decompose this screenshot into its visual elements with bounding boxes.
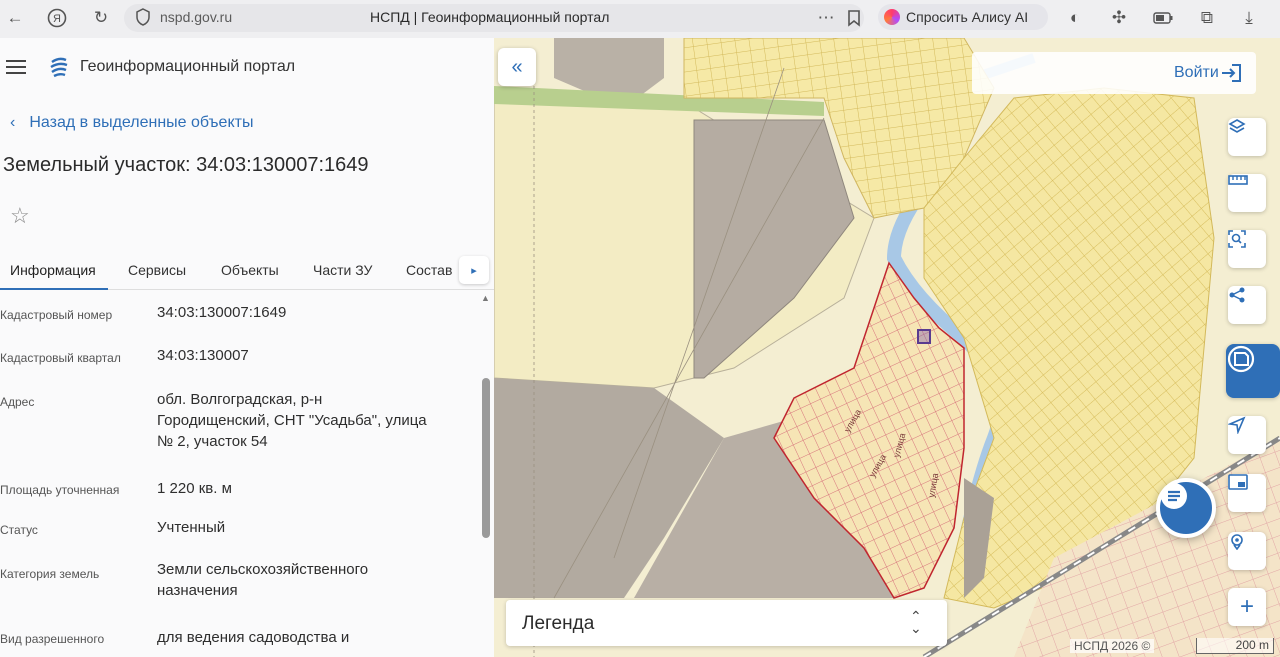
ask-alice-button[interactable]: Спросить Алису AI	[878, 4, 1048, 30]
favorite-star-icon[interactable]: ☆	[10, 203, 30, 229]
location-icon[interactable]	[1228, 532, 1266, 570]
chat-button[interactable]	[1156, 478, 1216, 538]
page-title: Земельный участок: 34:03:130007:1649	[3, 154, 369, 176]
field-label-cadastral-number: Кадастровый номер	[0, 308, 113, 322]
search-area-icon[interactable]	[1228, 230, 1266, 268]
bookmark-icon[interactable]	[843, 7, 865, 29]
zoom-in-icon[interactable]: +	[1228, 588, 1266, 626]
browser-toolbar: ← Я ↻ nspd.gov.ru НСПД | Геоинформационн…	[0, 0, 1280, 38]
layers-icon[interactable]	[1228, 118, 1266, 156]
shield-icon[interactable]	[132, 6, 154, 28]
tab-parts[interactable]: Части ЗУ	[313, 262, 372, 278]
field-value-cadastral-number: 34:03:130007:1649	[157, 304, 287, 321]
selected-parcel-marker	[917, 329, 931, 344]
map-scale: 200 m	[1196, 638, 1274, 654]
battery-icon[interactable]	[1152, 7, 1174, 29]
field-label-cadastral-quarter: Кадастровый квартал	[0, 351, 121, 365]
map-view[interactable]: улица улица улица улица « Войти + Легенд…	[494, 38, 1280, 657]
share-icon[interactable]	[1228, 286, 1266, 324]
tabs-scroll-right-icon[interactable]: ▸	[459, 256, 489, 284]
collapse-panel-button[interactable]: «	[498, 48, 536, 86]
field-label-area: Площадь уточненная	[0, 483, 120, 497]
chevron-left-icon: ‹	[10, 114, 16, 131]
back-icon[interactable]: ←	[4, 7, 26, 29]
url-text[interactable]: nspd.gov.ru	[160, 9, 232, 25]
field-label-address: Адрес	[0, 395, 35, 409]
info-panel: Геоинформационный портал ‹ Назад в выдел…	[0, 38, 494, 657]
active-tab-indicator	[0, 288, 108, 290]
yandex-icon[interactable]: Я	[46, 7, 68, 29]
field-label-permitted-use: Вид разрешенного	[0, 632, 105, 646]
tab-objects[interactable]: Объекты	[221, 262, 279, 278]
alice-label: Спросить Алису AI	[906, 9, 1029, 25]
globe-icon[interactable]: ◐	[1064, 7, 1086, 29]
tab-composition[interactable]: Состав	[406, 262, 452, 278]
field-label-land-category: Категория земель	[0, 567, 100, 581]
back-to-selected-link[interactable]: ‹ Назад в выделенные объекты	[10, 114, 253, 132]
more-icon[interactable]: ⋯	[815, 7, 837, 29]
collections-icon[interactable]: ⧉	[1196, 7, 1218, 29]
info-map-icon[interactable]	[1226, 344, 1280, 398]
tab-title: НСПД | Геоинформационный портал	[370, 9, 610, 25]
back-link-label: Назад в выделенные объекты	[29, 114, 254, 131]
alice-icon	[884, 9, 900, 25]
login-bar: Войти	[972, 52, 1256, 94]
scroll-up-arrow-icon[interactable]: ▲	[481, 293, 490, 303]
chevron-up-down-icon: ⌃ ⌄	[910, 608, 922, 636]
field-value-address: обл. Волгоградская, р-н Городищенский, С…	[157, 391, 427, 450]
field-value-cadastral-quarter[interactable]: 34:03:130007	[157, 345, 249, 366]
tab-information[interactable]: Информация	[10, 262, 96, 278]
tab-bar: Информация Сервисы Объекты Части ЗУ Сост…	[0, 252, 494, 290]
field-value-permitted-use: для ведения садоводства и	[157, 629, 350, 646]
legend-toggle[interactable]: Легенда ⌃ ⌄	[506, 600, 947, 646]
field-value-area: 1 220 кв. м	[157, 480, 232, 497]
map-copyright: НСПД 2026 ©	[1070, 639, 1155, 653]
svg-text:Я: Я	[53, 13, 61, 25]
extensions-icon[interactable]: ✣	[1108, 7, 1130, 29]
field-label-status: Статус	[0, 523, 38, 537]
legend-label: Легенда	[522, 613, 595, 634]
tab-services[interactable]: Сервисы	[128, 262, 186, 278]
ruler-icon[interactable]	[1228, 174, 1266, 212]
field-value-status: Учтенный	[157, 519, 226, 536]
panel-scrollbar[interactable]	[482, 378, 490, 538]
field-value-land-category: Земли сельскохозяйственного назначения	[157, 561, 369, 599]
download-icon[interactable]: ⤓	[1238, 7, 1260, 29]
reload-icon[interactable]: ↻	[90, 7, 112, 29]
navigate-icon[interactable]	[1228, 416, 1266, 454]
login-button[interactable]: Войти	[1174, 64, 1219, 82]
portal-logo-icon	[48, 56, 70, 78]
minimap-icon[interactable]	[1228, 474, 1266, 512]
login-icon[interactable]	[1220, 63, 1244, 83]
menu-icon[interactable]	[6, 60, 26, 74]
map-canvas[interactable]: улица улица улица улица	[494, 38, 1280, 657]
portal-title[interactable]: Геоинформационный портал	[80, 58, 295, 76]
